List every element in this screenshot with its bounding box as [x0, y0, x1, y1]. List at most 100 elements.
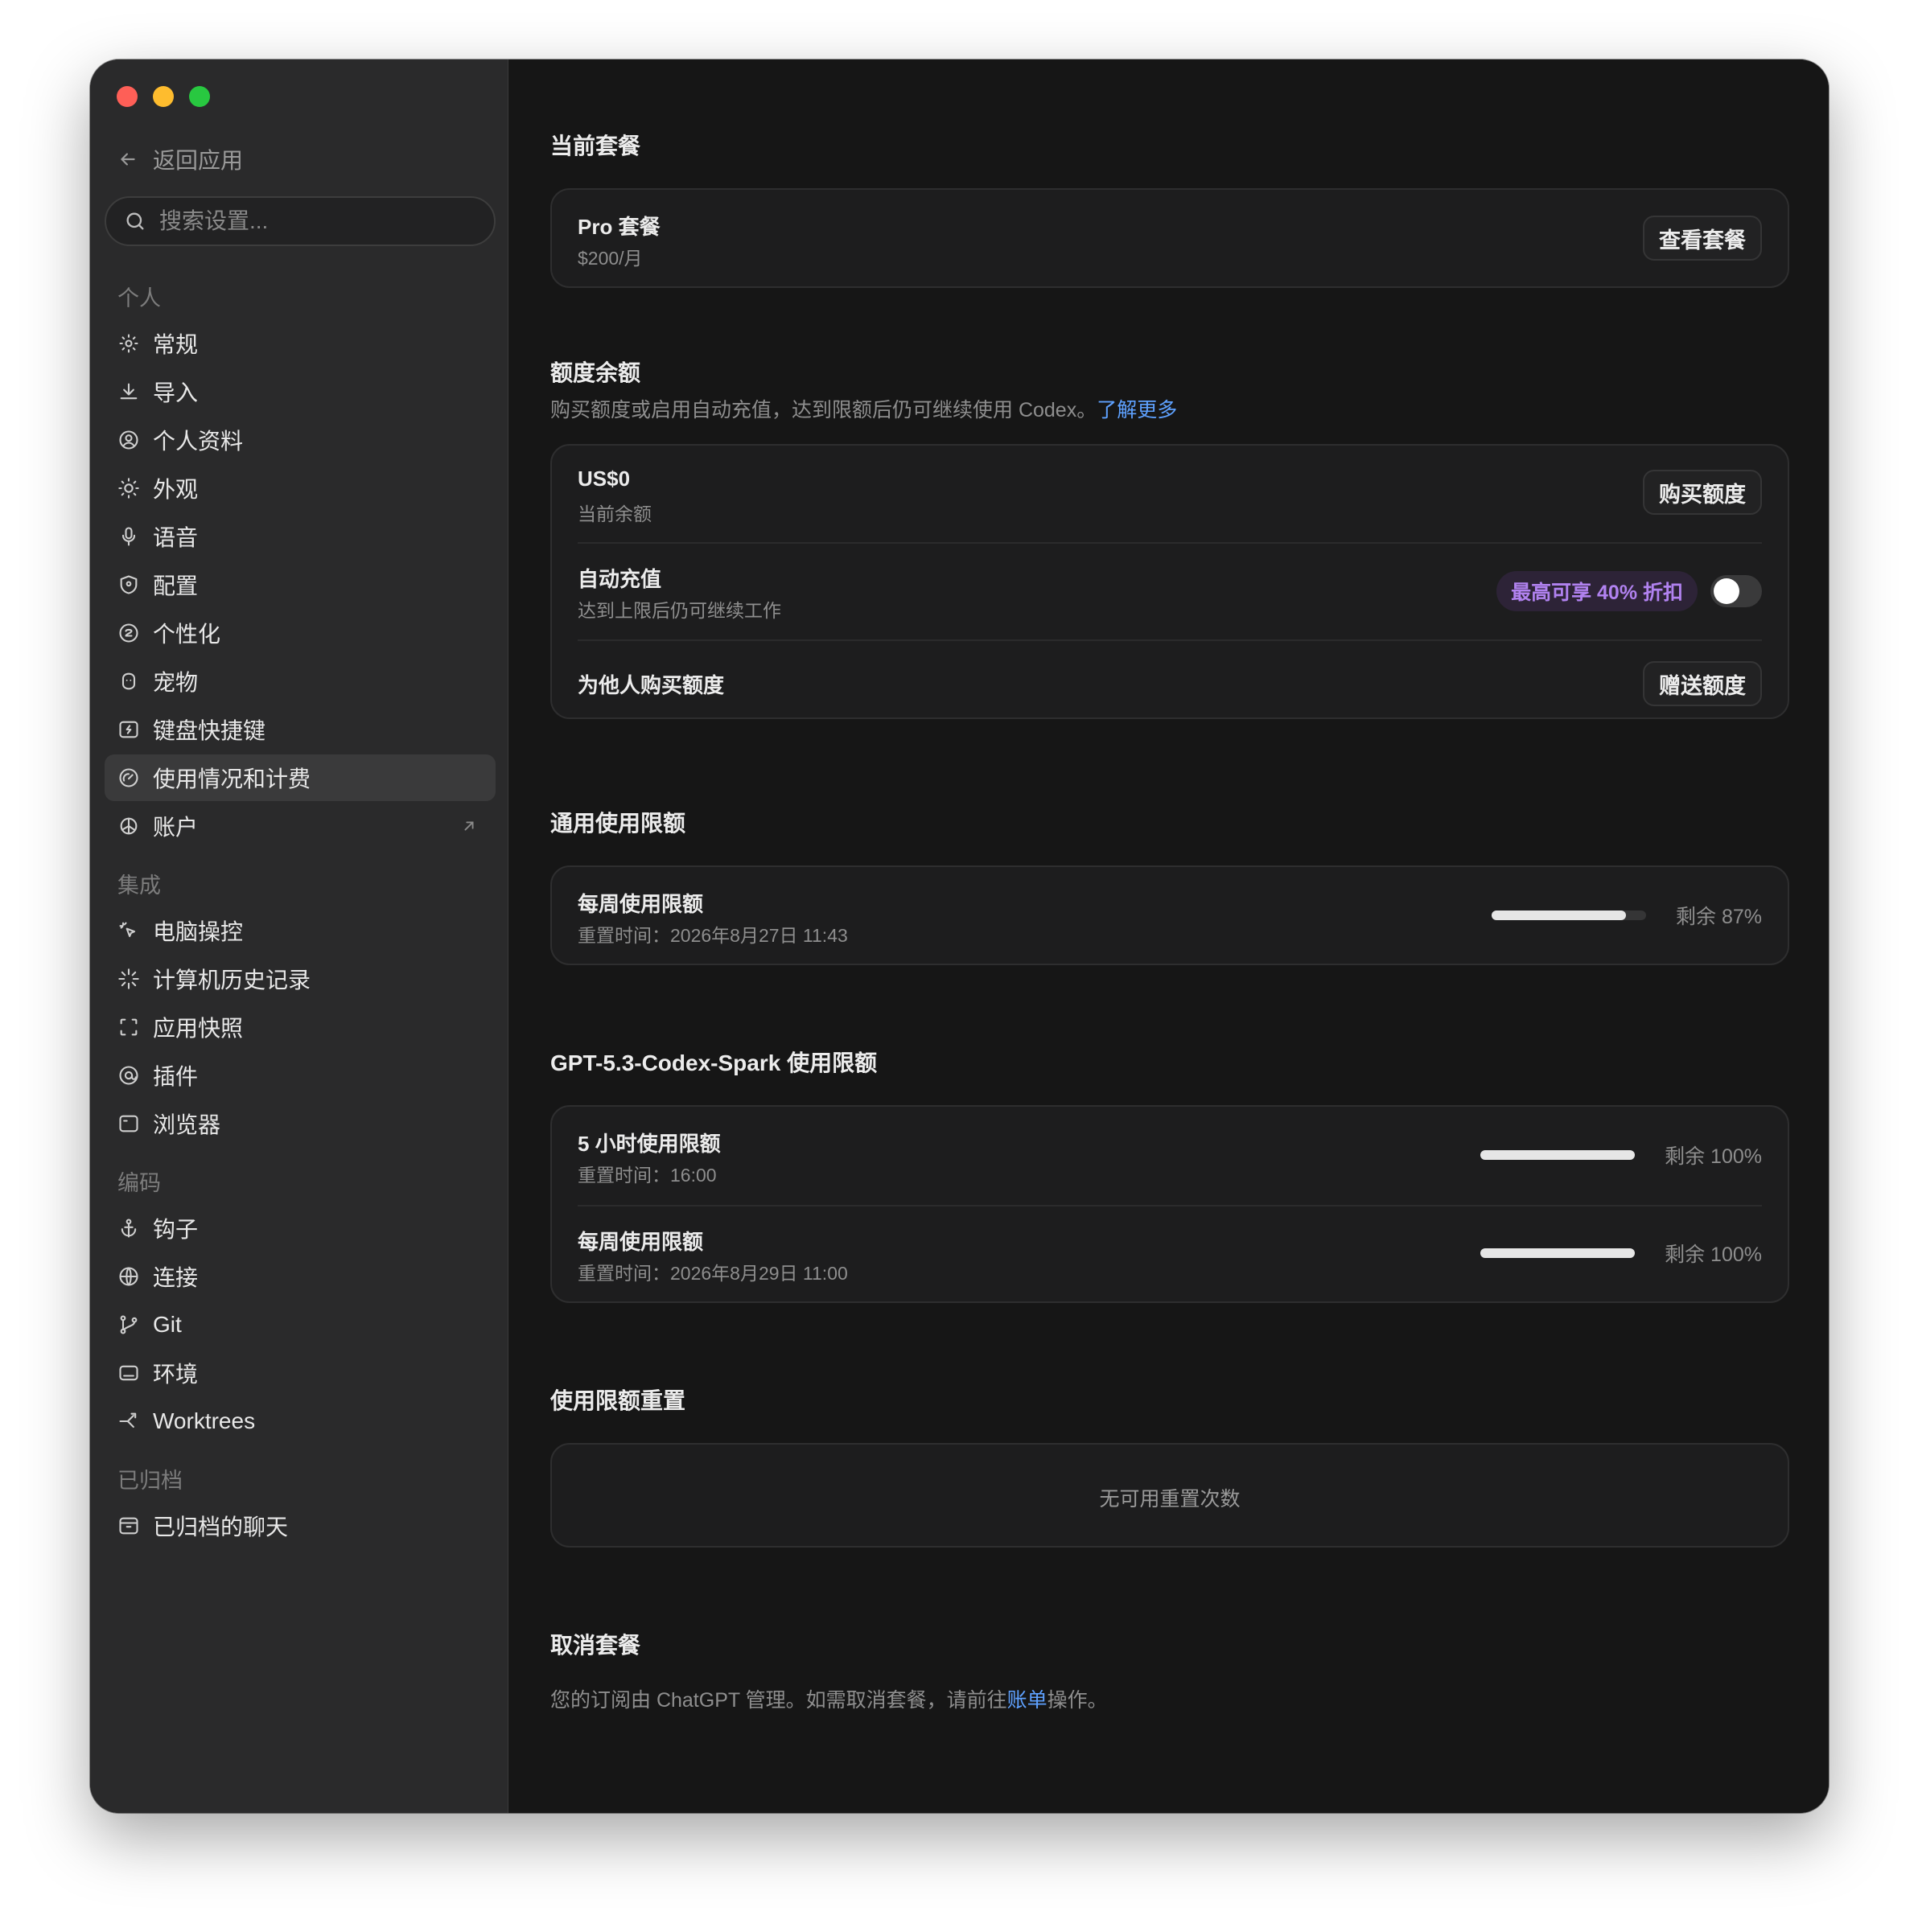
git-branch-icon — [120, 1315, 138, 1334]
sidebar-item[interactable]: 个性化 — [105, 610, 496, 656]
sidebar-item[interactable]: 钩子 — [105, 1205, 496, 1252]
auto-recharge-toggle[interactable] — [1710, 575, 1762, 607]
sidebar-item[interactable]: 键盘快捷键 — [105, 706, 496, 753]
sidebar: 返回应用 个人常规导入个人资料外观语音配置个性化宠物键盘快捷键使用情况和计费账户… — [90, 60, 508, 1813]
archive-icon — [119, 1517, 138, 1535]
cancel-text-before: 您的订阅由 ChatGPT 管理。如需取消套餐，请前往 — [550, 1689, 1007, 1712]
sidebar-item-label: 导入 — [153, 380, 199, 405]
plugin-icon — [119, 1066, 138, 1085]
limit-title: 5 小时使用限额 — [578, 1132, 721, 1156]
sidebar-item-label: 宠物 — [153, 670, 199, 695]
sidebar-item[interactable]: 配置 — [105, 561, 496, 608]
credits-card: US$0 当前余额 购买额度 自动充值 达到上限后仍可继续工作 最高可享 40%… — [550, 444, 1789, 719]
limit-progress-fill — [1480, 1150, 1635, 1160]
billing-link[interactable]: 账单 — [1007, 1689, 1047, 1712]
pet-icon — [117, 670, 140, 693]
no-resets-text: 无可用重置次数 — [1099, 1488, 1241, 1511]
sidebar-item[interactable]: Worktrees — [105, 1398, 496, 1445]
sidebar-item[interactable]: 计算机历史记录 — [105, 956, 496, 1002]
sidebar-item[interactable]: 电脑操控 — [105, 907, 496, 954]
sidebar-item-label: 计算机历史记录 — [153, 968, 311, 993]
divider — [578, 1205, 1762, 1206]
view-plans-button[interactable]: 查看套餐 — [1643, 216, 1762, 261]
limit-title: 每周使用限额 — [578, 892, 704, 916]
gauge-icon — [119, 768, 138, 787]
discount-badge: 最高可享 40% 折扣 — [1496, 571, 1698, 611]
sidebar-item-label: 外观 — [153, 477, 199, 502]
shield-icon — [120, 575, 138, 594]
limit-remaining-label: 剩余 100% — [1665, 1243, 1762, 1266]
reset-section-title: 使用限额重置 — [550, 1388, 686, 1413]
sidebar-item-label: 钩子 — [153, 1217, 199, 1242]
close-window-button[interactable] — [117, 86, 138, 107]
sidebar-item-label: 已归档的聊天 — [153, 1515, 289, 1539]
sidebar-item-label: Git — [153, 1312, 182, 1337]
sun-icon — [118, 478, 139, 499]
sidebar-item[interactable]: 常规 — [105, 320, 496, 367]
learn-more-link[interactable]: 了解更多 — [1097, 399, 1177, 421]
sidebar-item[interactable]: Git — [105, 1301, 496, 1348]
arrow-left-icon — [121, 153, 135, 166]
settings-search[interactable] — [105, 196, 496, 246]
nav-section-title: 个人 — [117, 286, 161, 310]
environment-icon — [117, 1362, 140, 1384]
limit-title: 每周使用限额 — [578, 1230, 704, 1254]
sparkle-icon — [117, 968, 140, 990]
limit-progress-fill — [1480, 1248, 1635, 1258]
keyboard-icon — [117, 718, 140, 741]
back-to-app-button[interactable]: 返回应用 — [117, 143, 243, 175]
sidebar-item-label: 使用情况和计费 — [153, 767, 311, 791]
credits-description: 购买额度或启用自动充值，达到限额后仍可继续使用 Codex。了解更多 — [550, 394, 1177, 423]
sidebar-item[interactable]: 浏览器 — [105, 1100, 496, 1147]
sidebar-item[interactable]: 语音 — [105, 513, 496, 560]
personalize-icon — [117, 622, 140, 644]
zoom-window-button[interactable] — [189, 86, 210, 107]
plan-name: Pro 套餐 — [578, 215, 661, 239]
limit-remaining-label: 剩余 87% — [1676, 906, 1762, 928]
microphone-icon — [117, 525, 140, 548]
sidebar-item-label: 连接 — [153, 1265, 199, 1290]
sidebar-item-label: 配置 — [153, 573, 199, 598]
search-input[interactable] — [159, 208, 465, 234]
sidebar-item-label: 个性化 — [153, 622, 221, 647]
sidebar-item[interactable]: 导入 — [105, 368, 496, 415]
user-circle-icon — [119, 430, 138, 450]
plan-card: Pro 套餐 $200/月 查看套餐 — [550, 188, 1789, 288]
sidebar-item[interactable]: 已归档的聊天 — [105, 1502, 496, 1549]
sidebar-item[interactable]: 应用快照 — [105, 1004, 496, 1050]
browser-icon — [117, 1112, 140, 1135]
sidebar-item[interactable]: 使用情况和计费 — [105, 754, 496, 801]
sidebar-item[interactable]: 连接 — [105, 1253, 496, 1300]
download-icon — [120, 383, 138, 400]
sidebar-item-label: 键盘快捷键 — [153, 718, 266, 743]
balance-label: 当前余额 — [578, 504, 652, 524]
limit-progress-bar — [1480, 1248, 1635, 1258]
limit-progress-bar — [1492, 911, 1646, 920]
sparkle-icon — [118, 968, 139, 989]
limit-reset-time: 重置时间：16:00 — [578, 1165, 717, 1186]
globe-icon — [119, 1267, 138, 1286]
minimize-window-button[interactable] — [153, 86, 174, 107]
sidebar-item-label: 应用快照 — [153, 1016, 244, 1041]
gift-credits-button[interactable]: 赠送额度 — [1643, 661, 1762, 706]
microphone-icon — [121, 527, 136, 546]
sidebar-item[interactable]: 账户 — [105, 803, 496, 849]
buy-credits-button[interactable]: 购买额度 — [1643, 470, 1762, 515]
limit-reset-time: 重置时间：2026年8月27日 11:43 — [578, 925, 848, 946]
gear-icon — [119, 334, 138, 353]
sidebar-item[interactable]: 个人资料 — [105, 417, 496, 463]
general-limits-card: 每周使用限额重置时间：2026年8月27日 11:43 剩余 87% — [550, 865, 1789, 965]
sidebar-item[interactable]: 宠物 — [105, 658, 496, 705]
limit-remaining-label: 剩余 100% — [1665, 1145, 1762, 1168]
sidebar-item[interactable]: 环境 — [105, 1350, 496, 1396]
worktree-icon — [117, 1410, 140, 1433]
environment-icon — [119, 1365, 138, 1381]
pointer-icon — [117, 919, 140, 942]
plugin-icon — [117, 1064, 140, 1087]
main-content: 当前套餐 Pro 套餐 $200/月 查看套餐 额度余额 购买额度或启用自动充值… — [508, 60, 1829, 1813]
plan-section-title: 当前套餐 — [550, 134, 641, 158]
shield-icon — [117, 573, 140, 596]
sidebar-item[interactable]: 插件 — [105, 1052, 496, 1099]
sidebar-item[interactable]: 外观 — [105, 465, 496, 512]
nav-section-title: 已归档 — [117, 1468, 183, 1493]
